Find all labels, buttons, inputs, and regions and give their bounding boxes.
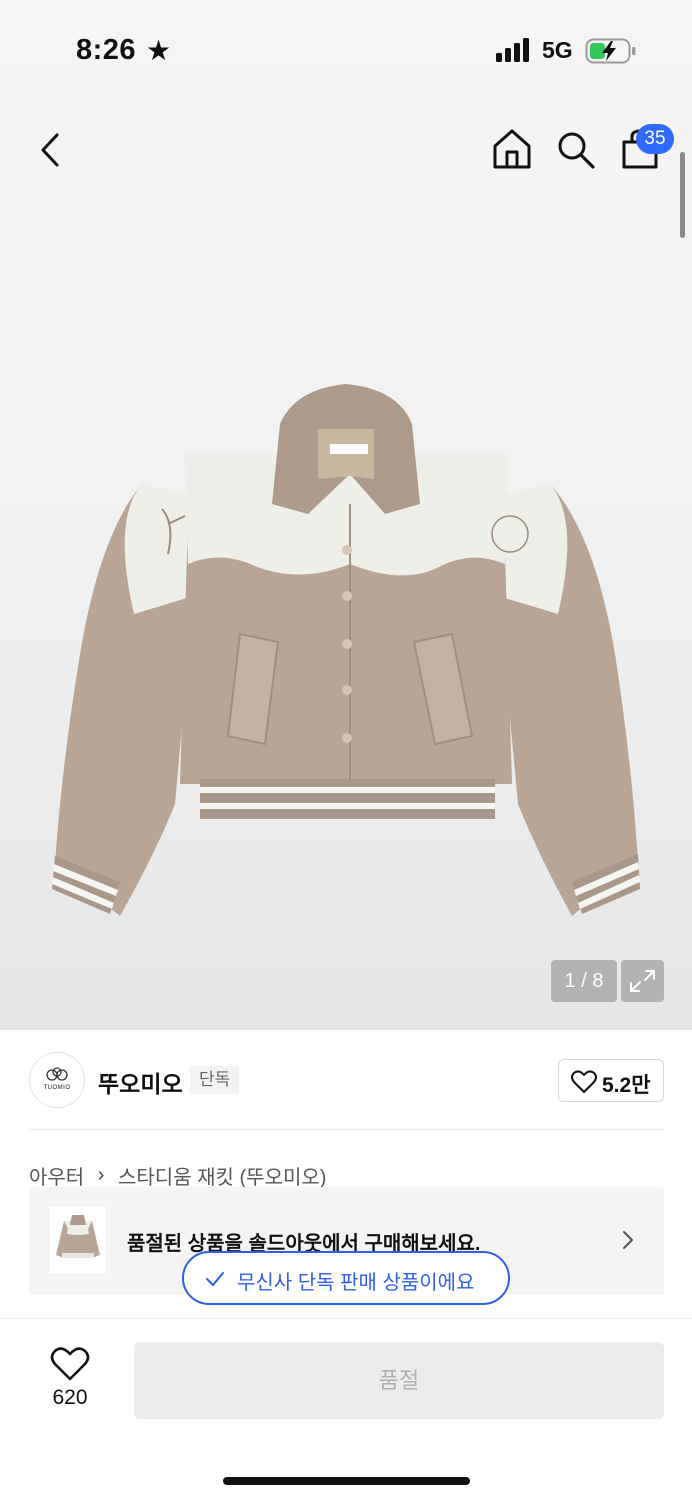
image-page-counter: 1 / 8 [551, 960, 617, 1002]
wishlist-count: 620 [52, 1386, 88, 1409]
star-icon: ★ [146, 35, 172, 66]
top-nav [0, 120, 692, 180]
breadcrumb-category[interactable]: 아우터 [29, 1161, 84, 1190]
signal-icon [496, 38, 529, 62]
cart-badge: 35 [636, 124, 674, 154]
wishlist-button[interactable]: 620 [30, 1342, 110, 1418]
brand-like-button[interactable]: 5.2만 [558, 1059, 664, 1102]
network-label: 5G [542, 37, 573, 63]
heart-icon [50, 1347, 90, 1381]
search-icon[interactable] [556, 130, 596, 170]
divider [0, 1318, 692, 1319]
product-thumbnail [50, 1207, 106, 1273]
chevron-right-icon [623, 1231, 633, 1249]
brand-like-count: 5.2만 [602, 1074, 651, 1097]
brand-logo[interactable]: TUOMIO [29, 1052, 85, 1108]
status-bar: 8:26 ★ 5G [0, 28, 692, 78]
home-icon[interactable] [492, 128, 532, 170]
product-image-gallery[interactable]: 8:26 ★ 5G 35 1 / 8 [0, 0, 692, 1030]
toast-message: 무신사 단독 판매 상품이에요 [237, 1272, 475, 1294]
expand-image-button[interactable] [621, 960, 664, 1002]
battery-charging-icon [585, 38, 636, 64]
brand-logo-mark [46, 1067, 68, 1081]
expand-icon [630, 970, 655, 992]
brand-row: TUOMIO 뚜오미오 단독 5.2만 [0, 1030, 692, 1130]
brand-name[interactable]: 뚜오미오 [98, 1065, 183, 1099]
product-image [52, 384, 640, 916]
soldout-buy-button[interactable]: 품절 [134, 1342, 664, 1419]
chevron-right-icon: › [97, 1164, 105, 1186]
heart-icon [571, 1070, 597, 1093]
scrollbar[interactable] [680, 152, 685, 238]
breadcrumb-product[interactable]: 스타디움 재킷 (뚜오미오) [118, 1161, 326, 1190]
back-icon[interactable] [38, 132, 62, 168]
exclusive-toast: 무신사 단독 판매 상품이에요 [182, 1251, 510, 1305]
exclusive-tag: 단독 [190, 1066, 240, 1094]
status-time: 8:26 [76, 34, 137, 66]
divider [29, 1129, 664, 1130]
brand-logo-text: TUOMIO [43, 1085, 71, 1091]
home-indicator[interactable] [223, 1477, 470, 1485]
check-icon [206, 1272, 224, 1286]
